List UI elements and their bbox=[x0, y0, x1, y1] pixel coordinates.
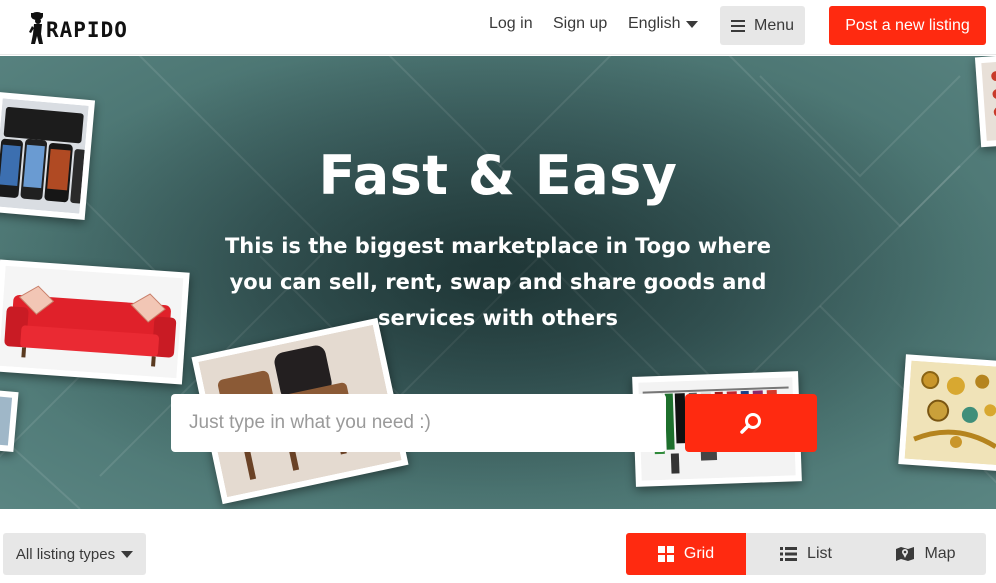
listing-type-label: All listing types bbox=[15, 545, 116, 563]
signup-link[interactable]: Sign up bbox=[553, 15, 607, 33]
caret-down-icon bbox=[686, 20, 699, 28]
logo-figure-icon bbox=[29, 12, 43, 44]
product-photo-jewelry bbox=[898, 354, 996, 472]
map-icon bbox=[896, 547, 915, 561]
language-label: English bbox=[628, 15, 681, 32]
search-icon bbox=[740, 413, 761, 434]
grid-view-label: Grid bbox=[683, 545, 715, 562]
menu-button[interactable]: Menu bbox=[720, 6, 805, 45]
hamburger-icon bbox=[730, 19, 745, 32]
listing-type-dropdown[interactable]: All listing types bbox=[3, 533, 146, 575]
list-view-button[interactable]: List bbox=[746, 533, 866, 575]
logo-text: RAPIDO bbox=[46, 18, 128, 42]
grid-view-button[interactable]: Grid bbox=[626, 533, 746, 575]
hero-subtitle: This is the biggest marketplace in Togo … bbox=[224, 234, 772, 330]
language-selector[interactable]: English bbox=[628, 15, 699, 33]
hero-title: Fast & Easy bbox=[318, 144, 678, 207]
post-listing-button[interactable]: Post a new listing bbox=[829, 6, 986, 45]
login-link[interactable]: Log in bbox=[489, 15, 533, 33]
grid-icon bbox=[657, 546, 674, 562]
menu-button-label: Menu bbox=[753, 16, 795, 34]
hero-banner: Fast & Easy This is the biggest marketpl… bbox=[0, 56, 996, 509]
product-photo-sofa bbox=[0, 259, 190, 385]
caret-down-icon bbox=[121, 550, 134, 558]
map-view-button[interactable]: Map bbox=[866, 533, 986, 575]
view-mode-toggle: Grid List Map bbox=[626, 533, 986, 575]
search-button[interactable] bbox=[685, 394, 817, 452]
map-view-label: Map bbox=[924, 545, 956, 562]
list-icon bbox=[780, 547, 798, 561]
site-logo[interactable]: RAPIDO bbox=[28, 8, 128, 48]
list-view-label: List bbox=[807, 545, 832, 562]
search-input[interactable] bbox=[171, 394, 666, 452]
top-navigation-bar: RAPIDO Log in Sign up English Menu Post … bbox=[0, 0, 996, 55]
